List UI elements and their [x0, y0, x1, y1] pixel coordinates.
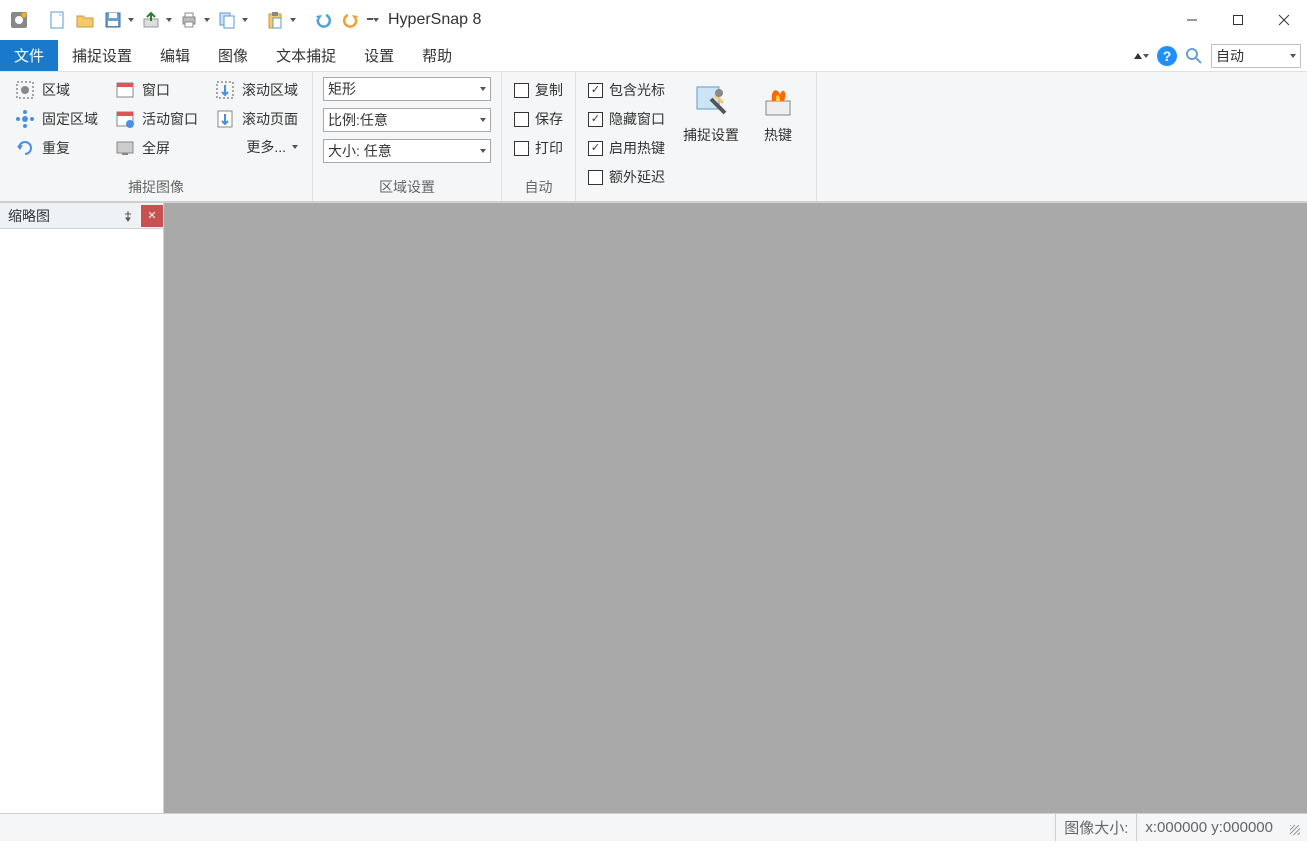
- quick-access-toolbar: [0, 0, 380, 40]
- ribbon-collapse-icon[interactable]: [1130, 53, 1153, 59]
- capture-window-button[interactable]: 窗口: [110, 77, 202, 103]
- menu-bar: 文件 捕捉设置 编辑 图像 文本捕捉 设置 帮助 ? 自动: [0, 40, 1307, 72]
- fullscreen-icon: [114, 137, 136, 159]
- capture-fullscreen-button[interactable]: 全屏: [110, 135, 202, 161]
- capture-fixed-region-button[interactable]: 固定区域: [10, 106, 102, 132]
- capture-repeat-button[interactable]: 重复: [10, 135, 102, 161]
- capture-scroll-region-button[interactable]: 滚动区域: [210, 77, 302, 103]
- auto-copy-checkbox[interactable]: 复制: [512, 77, 565, 103]
- paste-dropdown[interactable]: [288, 7, 298, 33]
- capture-region-button[interactable]: 区域: [10, 77, 102, 103]
- size-combo[interactable]: 大小: 任意: [323, 139, 491, 163]
- ratio-combo[interactable]: 比例:任意: [323, 108, 491, 132]
- export-dropdown[interactable]: [164, 7, 174, 33]
- region-icon: [14, 79, 36, 101]
- ribbon-group-region-settings: 矩形 比例:任意 大小: 任意 区域设置: [313, 72, 502, 201]
- scroll-region-icon: [214, 79, 236, 101]
- undo-icon[interactable]: [310, 7, 336, 33]
- menu-edit[interactable]: 编辑: [146, 40, 204, 71]
- hotkey-button[interactable]: 热键: [750, 77, 806, 149]
- thumbnail-list: [0, 229, 163, 813]
- title-bar: HyperSnap 8: [0, 0, 1307, 40]
- ribbon-group-label: 区域设置: [319, 175, 495, 199]
- scroll-page-icon: [214, 108, 236, 130]
- menu-text-capture[interactable]: 文本捕捉: [262, 40, 350, 71]
- status-coordinates: x:000000 y:000000: [1136, 814, 1281, 841]
- search-box[interactable]: 自动: [1211, 44, 1301, 68]
- help-icon[interactable]: ?: [1157, 46, 1177, 66]
- thumbnail-header: 缩略图 ✕: [0, 203, 163, 229]
- new-icon[interactable]: [44, 7, 70, 33]
- capture-more-button[interactable]: 更多...: [210, 135, 302, 159]
- maximize-button[interactable]: [1215, 4, 1261, 36]
- open-icon[interactable]: [72, 7, 98, 33]
- hide-window-checkbox[interactable]: ✓隐藏窗口: [586, 106, 667, 132]
- resize-grip-icon[interactable]: [1285, 820, 1301, 836]
- qat-customize[interactable]: [366, 7, 380, 33]
- thumbnail-title: 缩略图: [8, 206, 50, 226]
- extra-delay-checkbox[interactable]: 额外延迟: [586, 164, 667, 190]
- ribbon-group-label: 捕捉图像: [6, 175, 306, 199]
- pin-icon[interactable]: [117, 205, 139, 227]
- include-cursor-checkbox[interactable]: ✓包含光标: [586, 77, 667, 103]
- fixed-region-icon: [14, 108, 36, 130]
- app-icon[interactable]: [6, 7, 32, 33]
- hotkey-icon: [758, 81, 798, 121]
- repeat-icon: [14, 137, 36, 159]
- auto-save-checkbox[interactable]: 保存: [512, 106, 565, 132]
- menu-image[interactable]: 图像: [204, 40, 262, 71]
- auto-print-checkbox[interactable]: 打印: [512, 135, 565, 161]
- ribbon-group-auto: 复制 保存 打印 自动: [502, 72, 576, 201]
- export-icon[interactable]: [138, 7, 164, 33]
- ribbon-group-label: 自动: [508, 175, 569, 199]
- save-icon[interactable]: [100, 7, 126, 33]
- close-panel-button[interactable]: ✕: [141, 205, 163, 227]
- menu-file[interactable]: 文件: [0, 40, 58, 71]
- search-icon[interactable]: [1181, 47, 1207, 65]
- shape-combo[interactable]: 矩形: [323, 77, 491, 101]
- thumbnail-panel: 缩略图 ✕: [0, 203, 164, 813]
- ribbon-group-capture-image: 区域 固定区域 重复 窗口 活动窗口 全屏 滚动区域 滚动页面 更多... 捕捉…: [0, 72, 313, 201]
- minimize-button[interactable]: [1169, 4, 1215, 36]
- capture-settings-button[interactable]: 捕捉设置: [675, 77, 747, 149]
- menu-capture-settings[interactable]: 捕捉设置: [58, 40, 146, 71]
- paste-icon[interactable]: [262, 7, 288, 33]
- print-dropdown[interactable]: [202, 7, 212, 33]
- close-button[interactable]: [1261, 4, 1307, 36]
- window-controls: [1169, 4, 1307, 36]
- enable-hotkey-checkbox[interactable]: ✓启用热键: [586, 135, 667, 161]
- status-image-size: 图像大小:: [1055, 814, 1136, 841]
- ribbon: 区域 固定区域 重复 窗口 活动窗口 全屏 滚动区域 滚动页面 更多... 捕捉…: [0, 72, 1307, 202]
- main-area: 缩略图 ✕: [0, 202, 1307, 813]
- window-icon: [114, 79, 136, 101]
- window-title: HyperSnap 8: [388, 11, 481, 29]
- save-dropdown[interactable]: [126, 7, 136, 33]
- capture-settings-icon: [691, 81, 731, 121]
- menu-help[interactable]: 帮助: [408, 40, 466, 71]
- copy-icon[interactable]: [214, 7, 240, 33]
- ribbon-group-options: ✓包含光标 ✓隐藏窗口 ✓启用热键 额外延迟 捕捉设置 热键: [576, 72, 817, 201]
- redo-icon[interactable]: [338, 7, 364, 33]
- canvas-area[interactable]: [164, 203, 1307, 813]
- active-window-icon: [114, 108, 136, 130]
- copy-dropdown[interactable]: [240, 7, 250, 33]
- status-bar: 图像大小: x:000000 y:000000: [0, 813, 1307, 841]
- print-icon[interactable]: [176, 7, 202, 33]
- capture-active-window-button[interactable]: 活动窗口: [110, 106, 202, 132]
- capture-scroll-page-button[interactable]: 滚动页面: [210, 106, 302, 132]
- menu-settings[interactable]: 设置: [350, 40, 408, 71]
